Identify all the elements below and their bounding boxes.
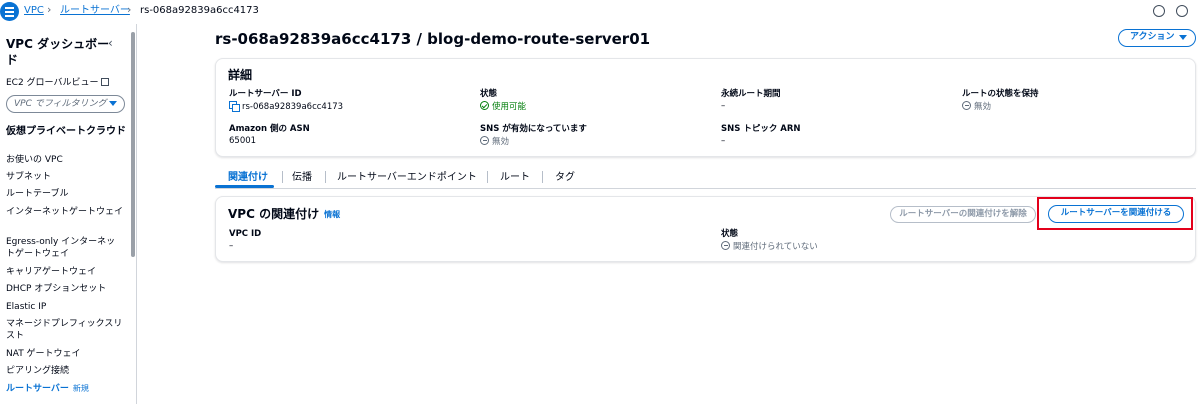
route-server-id-text: rs-068a92839a6cc4173 (242, 102, 344, 112)
info-icon[interactable] (1153, 5, 1165, 17)
sidebar-item-nat-gateways[interactable]: NAT ゲートウェイ (6, 348, 124, 360)
sidebar-title[interactable]: VPC ダッシュボード (6, 36, 116, 68)
amazon-asn-value: 65001 (229, 136, 257, 146)
sidebar-item-elastic-ip[interactable]: Elastic IP (6, 301, 124, 313)
tab-tags[interactable]: タグ (555, 171, 575, 184)
association-state-value: 関連付けられていない (721, 241, 818, 253)
external-link-icon (101, 78, 110, 86)
copy-icon[interactable] (229, 101, 240, 112)
state-label: 状態 (480, 89, 498, 99)
sidebar-scrollbar[interactable] (131, 32, 135, 257)
sidebar-item-internet-gateways[interactable]: インターネットゲートウェイ (6, 206, 124, 218)
persist-routes-duration-label: 永続ルート期間 (721, 89, 781, 99)
details-title: 詳細 (228, 68, 253, 82)
tab-divider (542, 171, 543, 183)
vpc-id-value: – (229, 241, 234, 251)
association-state-label: 状態 (721, 229, 739, 239)
sidebar-item-your-vpcs[interactable]: お使いの VPC (6, 154, 124, 166)
chevron-right-icon: › (47, 3, 52, 16)
highlight-box (1037, 197, 1193, 230)
breadcrumb-route-servers[interactable]: ルートサーバー (60, 4, 130, 18)
tab-route-server-endpoints[interactable]: ルートサーバーエンドポイント (337, 171, 477, 184)
disassociate-route-server-button[interactable]: ルートサーバーの関連付けを解除 (890, 206, 1036, 223)
actions-button-label: アクション (1130, 32, 1175, 42)
vpc-filter-placeholder: VPC でフィルタリング (14, 99, 107, 109)
sns-enabled-label: SNS が有効になっています (480, 124, 587, 134)
new-badge: 新規 (72, 384, 89, 393)
tab-divider (282, 171, 283, 183)
menu-icon[interactable] (0, 2, 19, 21)
sidebar-item-route-servers-label: ルートサーバー (6, 384, 69, 394)
sidebar-item-managed-prefix-lists[interactable]: マネージドプレフィックスリスト (6, 318, 124, 342)
active-tab-indicator (215, 185, 274, 188)
persist-routes-duration-value: – (721, 101, 726, 111)
sidebar-item-subnets[interactable]: サブネット (6, 171, 124, 183)
tab-divider (487, 171, 488, 183)
sidebar-section-vpc[interactable]: 仮想プライベートクラウド (6, 125, 126, 138)
breadcrumb-current: rs-068a92839a6cc4173 (140, 5, 259, 16)
vpc-filter-select[interactable]: VPC でフィルタリング (6, 95, 125, 113)
state-value: 使用可能 (480, 101, 526, 113)
page-title: rs-068a92839a6cc4173 / blog-demo-route-s… (215, 30, 651, 48)
vpc-id-label: VPC ID (229, 229, 262, 239)
tab-associations[interactable]: 関連付け (228, 171, 268, 184)
actions-button[interactable]: アクション (1118, 29, 1196, 47)
sidebar-ec2-global-view[interactable]: EC2 グローバルビュー (6, 77, 110, 89)
sidebar-item-route-tables[interactable]: ルートテーブル (6, 188, 124, 200)
caret-down-icon (109, 101, 117, 106)
status-stopped-icon (962, 101, 971, 110)
sns-enabled-text: 無効 (492, 137, 510, 147)
tab-bar: 関連付け 伝播 ルートサーバーエンドポイント ルート タグ (215, 167, 1196, 189)
tab-divider (325, 171, 326, 183)
vpc-association-title: VPC の関連付け (228, 207, 320, 221)
sns-topic-arn-label: SNS トピック ARN (721, 124, 801, 134)
amazon-asn-label: Amazon 側の ASN (229, 124, 310, 134)
sns-topic-arn-value: – (721, 136, 726, 146)
sidebar: VPC ダッシュボード ‹ EC2 グローバルビュー VPC でフィルタリング … (0, 24, 137, 404)
collapse-icon[interactable]: ‹ (108, 36, 113, 50)
ec2-global-view-label: EC2 グローバルビュー (6, 78, 99, 88)
tab-propagations[interactable]: 伝播 (292, 171, 312, 184)
persist-routes-label: ルートの状態を保持 (962, 89, 1039, 99)
persist-routes-value: 無効 (962, 101, 991, 113)
sidebar-item-egress-only-igw[interactable]: Egress-only インターネットゲートウェイ (6, 236, 124, 260)
breadcrumb-vpc[interactable]: VPC (24, 4, 44, 18)
state-text: 使用可能 (492, 102, 527, 112)
sidebar-item-dhcp-option-sets[interactable]: DHCP オプションセット (6, 283, 124, 295)
caret-down-icon (1179, 35, 1187, 40)
settings-icon[interactable] (1176, 5, 1188, 17)
status-stopped-icon (480, 136, 489, 145)
status-stopped-icon (721, 241, 730, 250)
persist-routes-text: 無効 (974, 102, 992, 112)
sidebar-item-peering-connections[interactable]: ピアリング接続 (6, 365, 124, 377)
status-success-icon (480, 101, 489, 110)
tab-routes[interactable]: ルート (500, 171, 530, 184)
details-panel: 詳細 ルートサーバー ID rs-068a92839a6cc4173 状態 使用… (215, 58, 1196, 157)
info-link[interactable]: 情報 (324, 210, 340, 219)
chevron-right-icon: › (127, 3, 132, 16)
route-server-id-value: rs-068a92839a6cc4173 (229, 101, 343, 113)
vpc-association-heading: VPC の関連付け 情報 (228, 207, 340, 222)
sns-enabled-value: 無効 (480, 136, 509, 148)
top-bar: VPC › ルートサーバー › rs-068a92839a6cc4173 (0, 0, 1200, 24)
sidebar-item-carrier-gateways[interactable]: キャリアゲートウェイ (6, 266, 124, 278)
association-state-text: 関連付けられていない (733, 242, 818, 252)
sidebar-item-route-servers[interactable]: ルートサーバー 新規 (6, 383, 124, 395)
route-server-id-label: ルートサーバー ID (229, 89, 302, 99)
